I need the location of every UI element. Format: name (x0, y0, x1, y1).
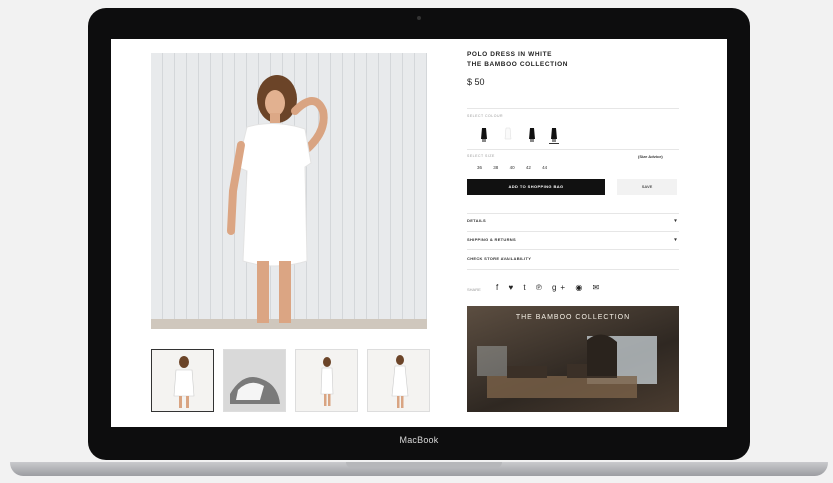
divider (467, 149, 679, 150)
webcam (417, 16, 421, 20)
size-option[interactable]: 38 (493, 165, 498, 170)
size-option[interactable]: 44 (542, 165, 547, 170)
banner-headline: THE BAMBOO COLLECTION (515, 314, 631, 321)
colour-swatch-black[interactable] (479, 127, 489, 143)
accordion-shipping[interactable]: SHIPPING & RETURNS ▾ (467, 237, 677, 243)
divider (467, 108, 679, 109)
size-option[interactable]: 40 (510, 165, 515, 170)
thumbnail-strip (151, 349, 430, 413)
product-page: POLO DRESS IN WHITE THE BAMBOO COLLECTIO… (111, 39, 727, 427)
size-advice-link[interactable]: (Size Advice) (638, 154, 663, 159)
collection-banner[interactable]: THE BAMBOO COLLECTION (467, 306, 679, 412)
size-options: 36 38 40 42 44 (477, 165, 557, 170)
size-option[interactable]: 36 (477, 165, 482, 170)
divider (467, 231, 679, 232)
colour-swatch-white[interactable] (503, 127, 513, 143)
laptop-notch (346, 462, 502, 468)
thumbnail-3-image (320, 357, 334, 406)
collection-title: THE BAMBOO COLLECTION (467, 61, 569, 68)
divider (467, 213, 679, 214)
thumbnail-2[interactable] (223, 349, 286, 412)
chevron-down-icon: ▾ (674, 237, 677, 243)
thumbnail-4[interactable] (367, 349, 430, 412)
social-icons[interactable]: f ♥ t ℗ g+ ◉ ✉ (496, 283, 603, 292)
divider (467, 269, 679, 270)
thumbnail-2-image (224, 350, 285, 411)
chevron-down-icon: ▾ (674, 218, 677, 224)
thumbnail-1[interactable] (151, 349, 214, 412)
accordion-details[interactable]: DETAILS ▾ (467, 218, 677, 224)
product-price: $ 50 (467, 77, 485, 87)
select-colour-label: SELECT COLOUR (467, 114, 503, 118)
accordion-shipping-label: SHIPPING & RETURNS (467, 237, 516, 242)
accordion-details-label: DETAILS (467, 218, 486, 223)
share-label: SHARE (467, 287, 481, 292)
thumbnail-3[interactable] (295, 349, 358, 412)
banner-workshop-image (487, 334, 637, 398)
product-title: POLO DRESS IN WHITE (467, 51, 553, 58)
laptop-bezel: POLO DRESS IN WHITE THE BAMBOO COLLECTIO… (88, 8, 750, 460)
add-to-bag-button[interactable]: ADD TO SHOPPING BAG (467, 179, 605, 195)
model-figure (227, 75, 328, 323)
check-store-availability-link[interactable]: CHECK STORE AVAILABILITY (467, 256, 677, 261)
thumbnail-1-image (173, 356, 195, 408)
divider (467, 249, 679, 250)
colour-swatch-selected[interactable] (549, 127, 559, 144)
size-option[interactable]: 42 (526, 165, 531, 170)
select-size-label: SELECT SIZE (467, 154, 495, 158)
save-button[interactable]: SAVE (617, 179, 677, 195)
thumbnail-4-image (391, 355, 409, 408)
laptop-brand-label: MacBook (399, 435, 439, 445)
product-main-image[interactable] (151, 53, 427, 329)
colour-swatch-black-2[interactable] (527, 127, 537, 143)
